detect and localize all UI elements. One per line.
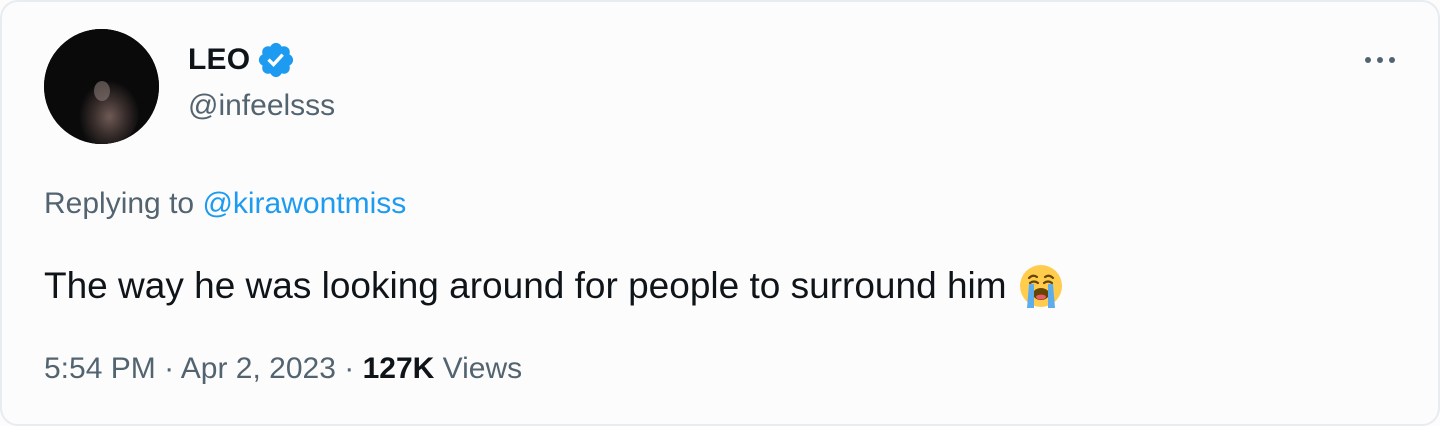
- author-display-name[interactable]: LEO: [188, 43, 250, 77]
- views-count: 127K: [362, 352, 435, 385]
- replying-to-mention-link[interactable]: @kirawontmiss: [202, 187, 406, 220]
- author-name-row[interactable]: LEO: [188, 40, 296, 80]
- avatar[interactable]: [44, 29, 159, 144]
- author-handle[interactable]: @infeelsss: [188, 89, 335, 123]
- tweet-text: The way he was looking around for people…: [44, 262, 1065, 310]
- avatar-image: [44, 29, 159, 144]
- tweet-date[interactable]: Apr 2, 2023: [181, 352, 336, 385]
- tweet-time[interactable]: 5:54 PM: [44, 352, 156, 385]
- views-label: Views: [442, 352, 523, 385]
- replying-to-line: Replying to @kirawontmiss: [44, 187, 406, 221]
- replying-prefix: Replying to: [44, 187, 195, 220]
- tweet-card: LEO @infeelsss Replying to @kirawontmiss…: [0, 0, 1440, 426]
- loudly-crying-face-emoji: [1017, 262, 1065, 310]
- tweet-body: The way he was looking around for people…: [44, 265, 1007, 306]
- verified-check-icon[interactable]: [256, 40, 296, 80]
- meta-separator: ·: [164, 352, 175, 385]
- tweet-meta: 5:54 PM · Apr 2, 2023 · 127K Views: [44, 352, 522, 386]
- more-horizontal-icon[interactable]: [1362, 48, 1398, 72]
- meta-separator: ·: [344, 352, 355, 385]
